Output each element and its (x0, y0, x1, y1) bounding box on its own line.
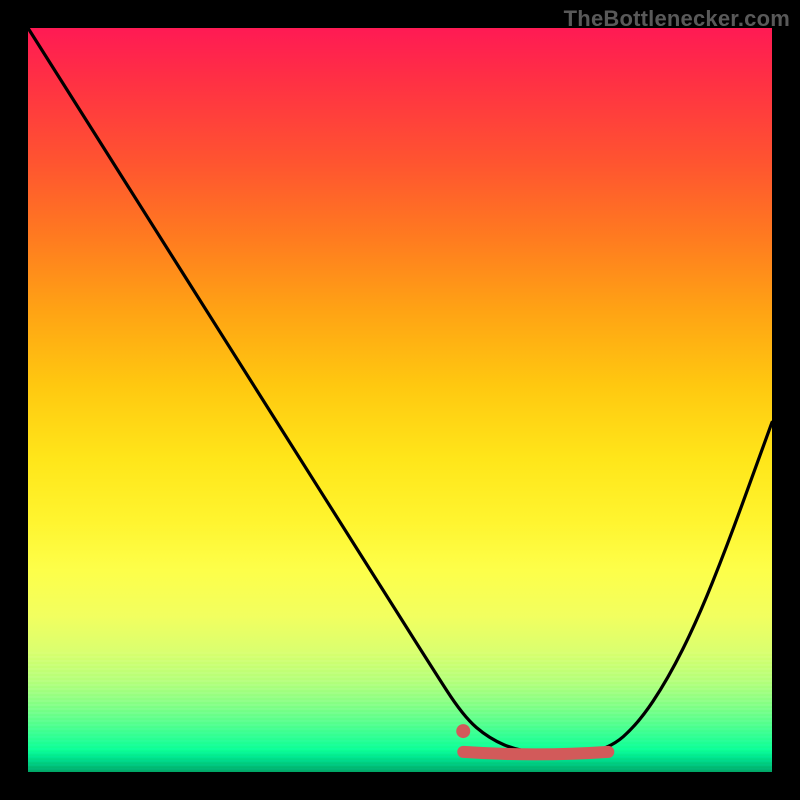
optimal-range-bar (463, 752, 608, 755)
optimal-point-dot (456, 724, 470, 738)
chart-frame: TheBottlenecker.com (0, 0, 800, 800)
watermark-text: TheBottlenecker.com (564, 6, 790, 32)
curve-svg (28, 28, 772, 772)
bottleneck-curve-path (28, 28, 772, 754)
plot-area (28, 28, 772, 772)
